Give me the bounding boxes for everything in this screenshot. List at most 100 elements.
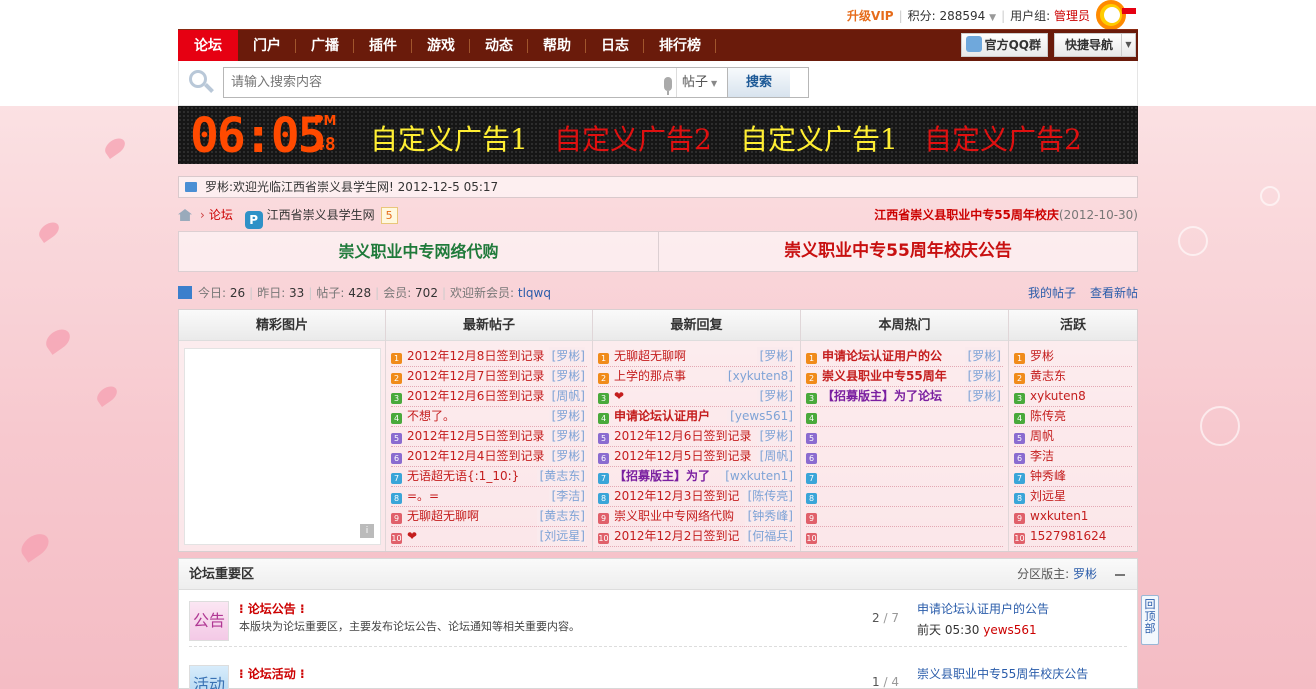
- author-link[interactable]: [黄志东]: [536, 507, 585, 526]
- post-title-link[interactable]: 2012年12月6日签到记录: [407, 389, 544, 403]
- post-title-link[interactable]: ❤: [614, 389, 624, 403]
- latest-post-row[interactable]: 4 不想了。 [罗彬]: [391, 407, 587, 427]
- weekly-hot-row[interactable]: 10: [806, 527, 1003, 547]
- active-user-row[interactable]: 6 李洁: [1014, 447, 1132, 467]
- active-user-row[interactable]: 7 钟秀峰: [1014, 467, 1132, 487]
- weekly-hot-row[interactable]: 6: [806, 447, 1003, 467]
- nav-item-forum[interactable]: 论坛: [178, 30, 238, 62]
- collapse-icon[interactable]: [1115, 574, 1125, 576]
- latest-reply-row[interactable]: 1 无聊超无聊啊 [罗彬]: [598, 347, 795, 367]
- active-user-row[interactable]: 5 周帆: [1014, 427, 1132, 447]
- post-title-link[interactable]: 崇义职业中专网络代购: [614, 509, 734, 523]
- active-user-link[interactable]: xykuten8: [1030, 389, 1086, 403]
- site-logo-icon[interactable]: [1092, 0, 1138, 30]
- post-title-link[interactable]: 无聊超无聊啊: [614, 349, 686, 363]
- author-link[interactable]: [刘远星]: [536, 527, 585, 546]
- author-link[interactable]: [钟秀峰]: [744, 507, 793, 526]
- search-input[interactable]: [224, 68, 604, 97]
- site-app-icon[interactable]: P: [244, 211, 263, 229]
- active-user-row[interactable]: 4 陈传亮: [1014, 407, 1132, 427]
- microphone-icon[interactable]: [664, 77, 672, 95]
- info-icon[interactable]: i: [360, 524, 374, 538]
- active-user-row[interactable]: 3 xykuten8: [1014, 387, 1132, 407]
- post-title-link[interactable]: 申请论坛认证用户的公: [822, 349, 942, 363]
- last-post-title[interactable]: 申请论坛认证用户的公告: [917, 600, 1049, 617]
- latest-reply-row[interactable]: 5 2012年12月6日签到记录 [罗彬]: [598, 427, 795, 447]
- author-link[interactable]: [何福兵]: [744, 527, 793, 546]
- nav-item-activity[interactable]: 动态: [470, 30, 528, 62]
- active-user-link[interactable]: 1527981624: [1030, 529, 1106, 543]
- weekly-hot-row[interactable]: 5: [806, 427, 1003, 447]
- latest-post-row[interactable]: 3 2012年12月6日签到记录 [周帆]: [391, 387, 587, 407]
- custom-ad-2[interactable]: 自定义广告2: [554, 118, 712, 158]
- author-link[interactable]: [罗彬]: [964, 387, 1001, 406]
- latest-reply-row[interactable]: 3 ❤ [罗彬]: [598, 387, 795, 407]
- active-user-link[interactable]: 钟秀峰: [1030, 469, 1066, 483]
- post-title-link[interactable]: 2012年12月4日签到记录: [407, 449, 544, 463]
- forum-activity-icon[interactable]: 活动: [189, 665, 229, 689]
- nav-item-help[interactable]: 帮助: [528, 30, 586, 62]
- post-title-link[interactable]: 2012年12月6日签到记录: [614, 429, 751, 443]
- upgrade-vip-link[interactable]: 升级VIP: [847, 9, 894, 23]
- author-link[interactable]: [周帆]: [756, 447, 793, 466]
- chevron-down-icon[interactable]: ▼: [1121, 34, 1135, 56]
- latest-reply-row[interactable]: 2 上学的那点事 [xykuten8]: [598, 367, 795, 387]
- author-link[interactable]: [罗彬]: [548, 447, 585, 466]
- author-link[interactable]: [yews561]: [727, 407, 793, 426]
- author-link[interactable]: [wxkuten1]: [722, 467, 793, 486]
- author-link[interactable]: [罗彬]: [548, 367, 585, 386]
- active-user-row[interactable]: 8 刘远星: [1014, 487, 1132, 507]
- weekly-hot-row[interactable]: 9: [806, 507, 1003, 527]
- post-title-link[interactable]: ❤: [407, 529, 417, 543]
- post-title-link[interactable]: 2012年12月7日签到记录: [407, 369, 544, 383]
- latest-reply-row[interactable]: 10 2012年12月2日签到记 [何福兵]: [598, 527, 795, 547]
- active-user-row[interactable]: 9 wxkuten1: [1014, 507, 1132, 527]
- latest-post-row[interactable]: 7 无语超无语{:1_10:} [黄志东]: [391, 467, 587, 487]
- post-title-link[interactable]: 不想了。: [407, 409, 455, 423]
- author-link[interactable]: [罗彬]: [548, 427, 585, 446]
- search-button[interactable]: 搜索: [727, 68, 790, 97]
- latest-post-row[interactable]: 9 无聊超无聊啊 [黄志东]: [391, 507, 587, 527]
- latest-post-row[interactable]: 8 =。= [李洁]: [391, 487, 587, 507]
- qq-group-button[interactable]: 官方QQ群: [960, 33, 1048, 57]
- latest-reply-row[interactable]: 7 【招募版主】为了 [wxkuten1]: [598, 467, 795, 487]
- post-title-link[interactable]: 2012年12月3日签到记: [614, 489, 739, 503]
- home-icon[interactable]: [178, 209, 192, 221]
- author-link[interactable]: [黄志东]: [536, 467, 585, 486]
- post-title-link[interactable]: 上学的那点事: [614, 369, 686, 383]
- author-link[interactable]: [罗彬]: [964, 367, 1001, 386]
- post-title-link[interactable]: 2012年12月5日签到记录: [614, 449, 751, 463]
- forum-name[interactable]: ⁝ 论坛公告 ⁝: [239, 600, 305, 617]
- post-title-link[interactable]: 2012年12月8日签到记录: [407, 349, 544, 363]
- forum-announcement-icon[interactable]: 公告: [189, 601, 229, 641]
- latest-reply-row[interactable]: 8 2012年12月3日签到记 [陈传亮]: [598, 487, 795, 507]
- post-title-link[interactable]: 崇义县职业中专55周年: [822, 369, 947, 383]
- latest-reply-row[interactable]: 6 2012年12月5日签到记录 [周帆]: [598, 447, 795, 467]
- featured-link-right[interactable]: 崇义职业中专55周年校庆公告: [659, 232, 1137, 271]
- my-posts-link[interactable]: 我的帖子: [1028, 286, 1076, 300]
- post-title-link[interactable]: =。=: [407, 489, 439, 503]
- latest-post-row[interactable]: 1 2012年12月8日签到记录 [罗彬]: [391, 347, 587, 367]
- latest-reply-row[interactable]: 9 崇义职业中专网络代购 [钟秀峰]: [598, 507, 795, 527]
- active-user-row[interactable]: 1 罗彬: [1014, 347, 1132, 367]
- view-new-posts-link[interactable]: 查看新帖: [1090, 286, 1138, 300]
- weekly-hot-row[interactable]: 3 【招募版主】为了论坛 [罗彬]: [806, 387, 1003, 407]
- active-user-link[interactable]: 罗彬: [1030, 349, 1054, 363]
- weekly-hot-row[interactable]: 2 崇义县职业中专55周年 [罗彬]: [806, 367, 1003, 387]
- author-link[interactable]: [xykuten8]: [724, 367, 793, 386]
- latest-post-row[interactable]: 2 2012年12月7日签到记录 [罗彬]: [391, 367, 587, 387]
- latest-post-row[interactable]: 6 2012年12月4日签到记录 [罗彬]: [391, 447, 587, 467]
- post-title-link[interactable]: 【招募版主】为了: [614, 469, 710, 483]
- weekly-hot-row[interactable]: 7: [806, 467, 1003, 487]
- post-title-link[interactable]: 申请论坛认证用户: [614, 409, 710, 423]
- last-post-user[interactable]: yews561: [983, 623, 1036, 637]
- newest-member-link[interactable]: tlqwq: [518, 286, 551, 300]
- nav-item-plugins[interactable]: 插件: [354, 30, 412, 62]
- post-title-link[interactable]: 无语超无语{:1_10:}: [407, 469, 519, 483]
- weekly-hot-row[interactable]: 1 申请论坛认证用户的公 [罗彬]: [806, 347, 1003, 367]
- active-user-link[interactable]: 黄志东: [1030, 369, 1066, 383]
- featured-link-left[interactable]: 崇义职业中专网络代购: [179, 232, 659, 271]
- author-link[interactable]: [罗彬]: [548, 347, 585, 366]
- news-link[interactable]: 江西省崇义县职业中专55周年校庆: [874, 208, 1059, 222]
- author-link[interactable]: [罗彬]: [756, 387, 793, 406]
